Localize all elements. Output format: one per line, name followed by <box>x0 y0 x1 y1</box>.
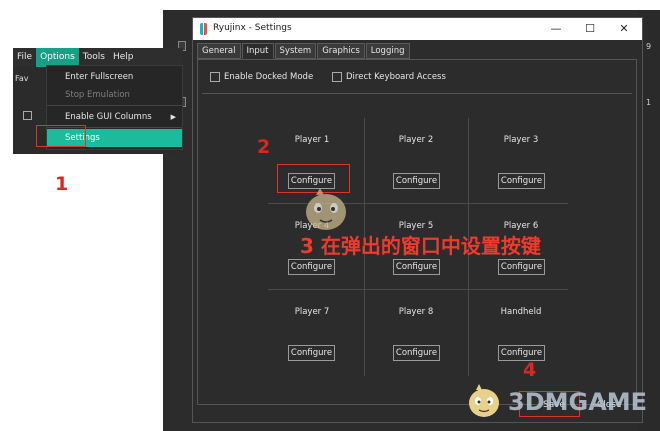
watermark: 3DMGAME <box>464 378 654 424</box>
handheld-label: Handheld <box>500 307 542 317</box>
player-7-label: Player 7 <box>294 307 330 317</box>
row-divider <box>268 289 568 290</box>
player-2-label: Player 2 <box>398 135 434 145</box>
direct-keyboard-label: Direct Keyboard Access <box>346 72 446 82</box>
tab-graphics[interactable]: Graphics <box>317 43 365 59</box>
tab-system[interactable]: System <box>274 43 317 59</box>
configure-handheld-button[interactable]: Configure <box>498 345 545 361</box>
player-3-label: Player 3 <box>503 135 539 145</box>
tab-general[interactable]: General <box>197 43 241 59</box>
menu-item-enter-fullscreen[interactable]: Enter Fullscreen <box>47 68 182 86</box>
tab-input[interactable]: Input <box>241 43 274 59</box>
maximize-button[interactable]: ☐ <box>573 18 607 40</box>
menu-item-label: Enable GUI Columns <box>65 112 152 122</box>
configure-player-7-button[interactable]: Configure <box>288 345 335 361</box>
watermark-text: 3DMGAME <box>508 388 648 416</box>
edge-text: 9 <box>646 42 652 51</box>
annotation-step-2: 2 <box>257 136 271 158</box>
titlebar: Ryujinx - Settings — ☐ ✕ <box>193 18 642 40</box>
edge-text: 1 <box>646 98 652 107</box>
docked-mode-checkbox[interactable] <box>210 72 220 82</box>
configure-player-2-button[interactable]: Configure <box>393 173 440 189</box>
annotation-step-1: 1 <box>55 173 69 195</box>
chevron-right-icon: ▶ <box>170 113 176 121</box>
configure-player-5-button[interactable]: Configure <box>393 259 440 275</box>
player-1-label: Player 1 <box>294 135 330 145</box>
menu-item-label: Stop Emulation <box>65 90 130 100</box>
settings-tabs: General Input System Graphics Logging <box>197 43 411 59</box>
menu-item-enable-gui-columns[interactable]: Enable GUI Columns ▶ <box>47 108 182 126</box>
settings-window: Ryujinx - Settings — ☐ ✕ General Input S… <box>192 17 643 423</box>
configure-player-4-button[interactable]: Configure <box>288 259 335 275</box>
menu-file[interactable]: File <box>13 48 36 67</box>
player-8-label: Player 8 <box>398 307 434 317</box>
menu-separator <box>47 105 182 106</box>
menu-item-label: Enter Fullscreen <box>65 72 134 82</box>
configure-player-3-button[interactable]: Configure <box>498 173 545 189</box>
annotation-box-settings <box>36 125 86 147</box>
menu-item-stop-emulation: Stop Emulation <box>47 86 182 104</box>
favorites-column-label: Fav <box>15 74 29 83</box>
direct-keyboard-checkbox[interactable] <box>332 72 342 82</box>
mascot-watermark-icon <box>306 188 346 230</box>
docked-mode-label: Enable Docked Mode <box>224 72 314 82</box>
list-checkbox[interactable] <box>23 111 32 120</box>
configure-player-6-button[interactable]: Configure <box>498 259 545 275</box>
ryujinx-logo-icon <box>200 23 207 35</box>
configure-player-8-button[interactable]: Configure <box>393 345 440 361</box>
tab-logging[interactable]: Logging <box>365 43 410 59</box>
options-divider <box>202 93 632 94</box>
minimize-button[interactable]: — <box>539 18 573 40</box>
mascot-logo-icon <box>469 384 499 417</box>
close-button[interactable]: ✕ <box>607 18 641 40</box>
window-title: Ryujinx - Settings <box>213 23 292 33</box>
